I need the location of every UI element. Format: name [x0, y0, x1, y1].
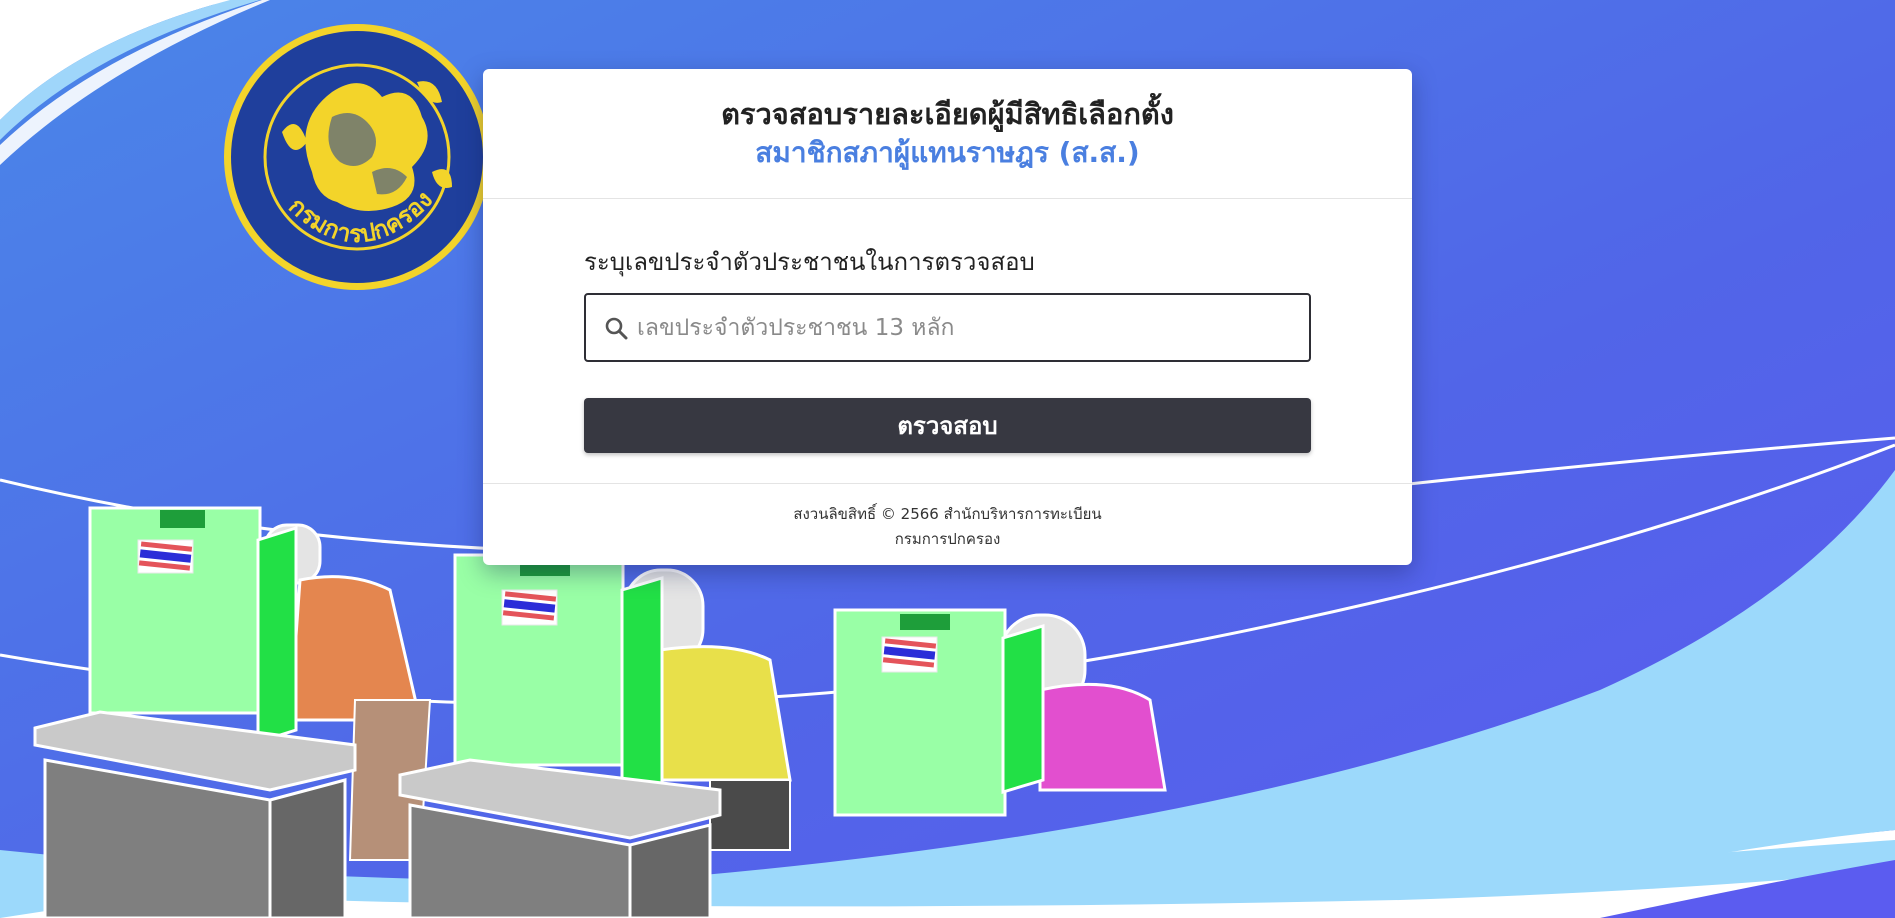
check-voter-card: ตรวจสอบรายละเอียดผู้มีสิทธิเลือกตั้ง สมา… [483, 69, 1412, 565]
card-footer: สงวนลิขสิทธิ์ © 2566 สำนักบริหารการทะเบี… [483, 484, 1412, 552]
page-subtitle: สมาชิกสภาผู้แทนราษฎร (ส.ส.) [755, 136, 1140, 169]
citizen-id-input[interactable] [637, 297, 1309, 358]
page: กรมการปกครอง ตรวจสอบรายละเอียดผู้มีสิทธิ… [0, 0, 1895, 918]
search-icon [603, 315, 629, 341]
department-text: กรมการปกครอง [894, 530, 1001, 548]
id-field-label: ระบุเลขประจำตัวประชาชนในการตรวจสอบ [584, 248, 1035, 276]
id-input-wrapper[interactable] [584, 293, 1311, 362]
page-title: ตรวจสอบรายละเอียดผู้มีสิทธิเลือกตั้ง [721, 97, 1174, 131]
check-button[interactable]: ตรวจสอบ [584, 398, 1311, 453]
card-header: ตรวจสอบรายละเอียดผู้มีสิทธิเลือกตั้ง สมา… [483, 69, 1412, 199]
copyright-text: สงวนลิขสิทธิ์ © 2566 สำนักบริหารการทะเบี… [793, 505, 1102, 523]
card-body: ระบุเลขประจำตัวประชาชนในการตรวจสอบ ตรวจส… [483, 199, 1412, 484]
department-seal-icon: กรมการปกครอง [224, 24, 490, 290]
